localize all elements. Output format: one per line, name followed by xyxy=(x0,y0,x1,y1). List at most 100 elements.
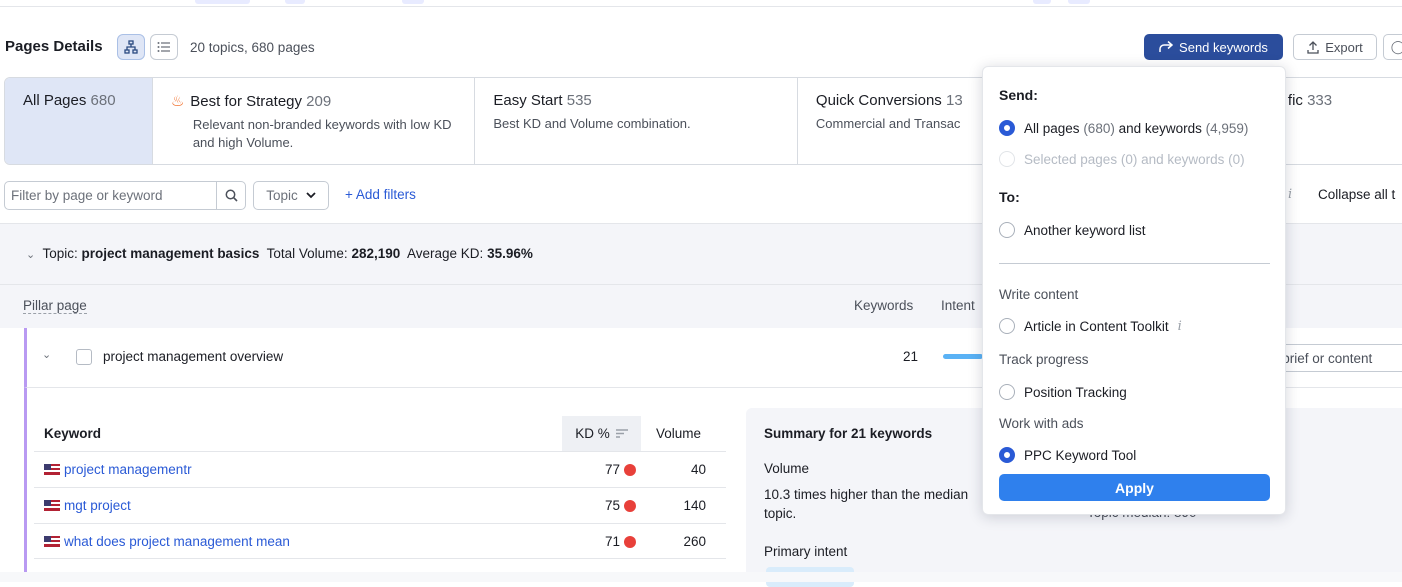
option-label: Position Tracking xyxy=(1024,384,1127,400)
summary-title: Summary for 21 keywords xyxy=(764,426,933,441)
tab-label: Best for Strategy xyxy=(190,93,302,110)
option-article-content-toolkit[interactable]: Article in Content Toolkit i xyxy=(999,318,1182,334)
kd-difficulty-dot xyxy=(624,536,636,548)
sort-icon xyxy=(615,429,628,438)
kd-header-label: KD % xyxy=(575,426,610,441)
radio-selected[interactable] xyxy=(999,447,1015,463)
option-label: Another keyword list xyxy=(1024,222,1146,238)
tab-label: All Pages xyxy=(23,92,87,109)
refresh-icon: ◯ xyxy=(1390,39,1402,54)
bottom-edge xyxy=(0,572,1402,582)
option-label: PPC Keyword Tool xyxy=(1024,447,1137,463)
topic-volume-label: Total Volume: xyxy=(266,246,348,261)
upload-icon xyxy=(1307,40,1319,54)
more-button[interactable]: ◯ xyxy=(1383,34,1402,60)
tab-count: 333 xyxy=(1307,92,1333,109)
send-heading: Send: xyxy=(999,87,1038,103)
grouped-view-button[interactable] xyxy=(117,34,145,60)
pillar-checkbox[interactable] xyxy=(76,349,92,365)
option-label: All pages xyxy=(1024,120,1080,136)
tab-best-for-strategy[interactable]: ♨ Best for Strategy 209 Relevant non-bran… xyxy=(153,78,476,164)
info-icon[interactable]: i xyxy=(1178,319,1182,334)
tab-count: 535 xyxy=(566,92,592,109)
kd-value: 75 xyxy=(604,498,620,513)
us-flag-icon xyxy=(44,464,60,475)
topic-summary: ⌄ Topic: project management basics Total… xyxy=(26,246,533,261)
page-title: Pages Details xyxy=(5,38,103,55)
kd-column-header[interactable]: KD % xyxy=(562,416,641,451)
hierarchy-icon xyxy=(124,40,138,54)
kd-difficulty-dot xyxy=(624,500,636,512)
list-view-button[interactable] xyxy=(150,34,178,60)
track-progress-label: Track progress xyxy=(999,352,1089,367)
us-flag-icon xyxy=(44,535,60,547)
keywords-column-header: Keywords xyxy=(854,298,914,313)
share-arrow-icon xyxy=(1159,41,1174,52)
tab-fifth[interactable]: fic 333 xyxy=(1288,92,1332,109)
topic-select[interactable]: Topic xyxy=(253,181,329,210)
tab-description: Best KD and Volume combination. xyxy=(493,116,691,131)
intent-bar xyxy=(943,354,983,359)
primary-intent-label: Primary intent xyxy=(764,544,848,559)
volume-value: 40 xyxy=(690,462,706,477)
summary-volume-description: 10.3 times higher than the median topic. xyxy=(764,487,969,521)
topic-kd-label: Average KD: xyxy=(407,246,484,261)
tab-label: Quick Conversions xyxy=(815,92,942,109)
keyword-link[interactable]: what does project management mean xyxy=(44,534,290,549)
work-with-ads-label: Work with ads xyxy=(999,416,1084,431)
keyword-link[interactable]: project managementr xyxy=(44,462,192,477)
topic-name: project management basics xyxy=(81,246,260,261)
option-ppc-keyword-tool[interactable]: PPC Keyword Tool xyxy=(999,447,1136,463)
search-icon xyxy=(225,189,238,202)
chevron-down-icon[interactable]: ⌄ xyxy=(42,348,51,361)
table-row: mgt project 75 140 xyxy=(34,487,726,523)
info-icon[interactable]: i xyxy=(1288,187,1292,202)
us-flag-icon xyxy=(44,500,60,511)
keyword-link[interactable]: mgt project xyxy=(44,498,131,513)
option-selected-pages: Selected pages (0) and keywords (0) xyxy=(999,151,1245,167)
apply-button[interactable]: Apply xyxy=(999,474,1270,501)
fire-icon: ♨ xyxy=(170,93,185,110)
option-another-keyword-list[interactable]: Another keyword list xyxy=(999,222,1146,238)
table-row: what does project management mean 71 260 xyxy=(34,523,726,559)
radio-selected[interactable] xyxy=(999,120,1015,136)
add-filters-link[interactable]: + Add filters xyxy=(345,187,416,202)
radio[interactable] xyxy=(999,222,1015,238)
send-keywords-button[interactable]: Send keywords xyxy=(1144,34,1283,60)
volume-column-header[interactable]: Volume xyxy=(656,416,706,451)
collapse-all-link[interactable]: Collapse all t xyxy=(1318,187,1395,202)
top-strip xyxy=(0,0,1402,7)
tab-label: fic xyxy=(1287,92,1303,109)
search-button[interactable] xyxy=(216,182,245,209)
option-label-mid: and keywords xyxy=(1118,120,1202,136)
tab-label: Easy Start xyxy=(493,92,563,109)
export-button[interactable]: Export xyxy=(1293,34,1377,60)
pillar-page-name: project management overview xyxy=(103,349,284,364)
kd-value: 71 xyxy=(604,533,620,549)
option-all-pages[interactable]: All pages (680) and keywords (4,959) xyxy=(999,120,1248,136)
tab-all-pages[interactable]: All Pages 680 xyxy=(5,78,153,164)
tab-description: Relevant non-branded keywords with low K… xyxy=(192,117,452,150)
to-heading: To: xyxy=(999,189,1020,205)
volume-value: 260 xyxy=(683,533,706,549)
option-label: Selected pages (0) and keywords (0) xyxy=(1024,151,1245,167)
table-row: project managementr 77 40 xyxy=(34,451,726,487)
kd-value: 77 xyxy=(604,462,620,477)
keywords-count: (4,959) xyxy=(1205,120,1249,136)
pillar-keyword-count: 21 xyxy=(903,349,919,364)
radio-disabled xyxy=(999,151,1015,167)
keyword-text: mgt project xyxy=(64,498,131,513)
keyword-text: project managementr xyxy=(64,462,192,477)
send-keywords-label: Send keywords xyxy=(1179,39,1268,55)
topics-summary: 20 topics, 680 pages xyxy=(190,40,315,55)
tab-easy-start[interactable]: Easy Start 535 Best KD and Volume combin… xyxy=(475,78,798,164)
option-position-tracking[interactable]: Position Tracking xyxy=(999,384,1127,400)
filter-search-field[interactable]: Filter by page or keyword xyxy=(4,181,246,210)
chevron-down-icon[interactable]: ⌄ xyxy=(26,249,35,261)
write-content-label: Write content xyxy=(999,287,1079,302)
radio[interactable] xyxy=(999,384,1015,400)
kd-difficulty-dot xyxy=(624,464,636,476)
summary-volume-label: Volume xyxy=(764,461,810,476)
tab-count: 209 xyxy=(306,93,332,110)
radio[interactable] xyxy=(999,318,1015,334)
